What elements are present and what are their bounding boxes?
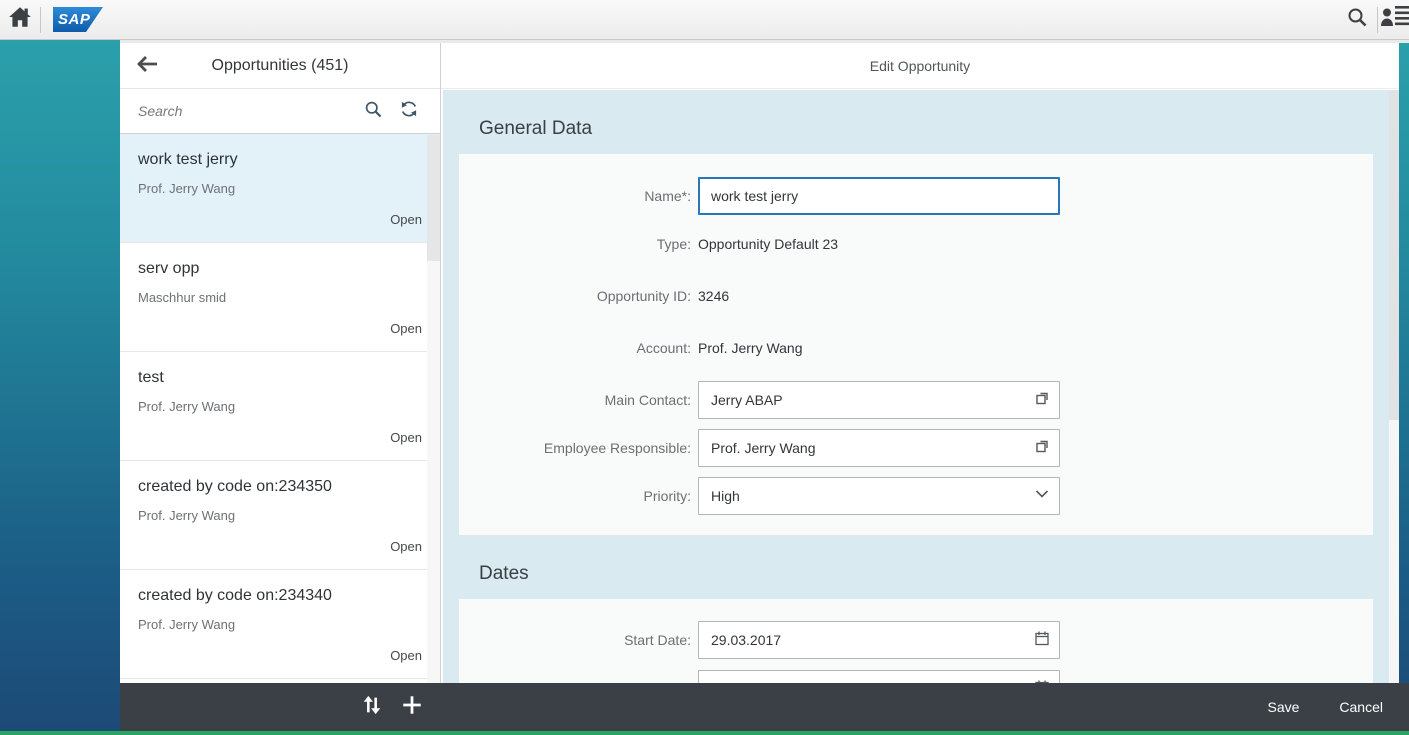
main-contact-field bbox=[698, 381, 1060, 419]
back-button[interactable] bbox=[132, 52, 162, 80]
value-help-icon bbox=[1035, 438, 1050, 458]
chevron-down-icon bbox=[1034, 486, 1050, 507]
field-label-name: Name*: bbox=[644, 188, 691, 204]
item-subtitle: Prof. Jerry Wang bbox=[138, 508, 236, 523]
sort-button[interactable] bbox=[352, 683, 392, 731]
detail-header: Edit Opportunity bbox=[441, 43, 1399, 89]
item-status: Open bbox=[390, 430, 422, 445]
section-title-dates: Dates bbox=[479, 563, 529, 584]
closing-date-input[interactable] bbox=[698, 670, 1060, 683]
account-value: Prof. Jerry Wang bbox=[698, 340, 803, 356]
list-item[interactable]: work test jerry Prof. Jerry Wang Open bbox=[120, 134, 440, 243]
item-subtitle: Prof. Jerry Wang bbox=[138, 617, 236, 632]
master-title: Opportunities (451) bbox=[211, 56, 349, 74]
list-item[interactable]: created by code on:234340 Prof. Jerry Wa… bbox=[120, 570, 440, 679]
user-menu-button[interactable] bbox=[1378, 0, 1409, 40]
sort-icon bbox=[361, 694, 383, 721]
detail-title: Edit Opportunity bbox=[869, 57, 971, 74]
item-subtitle: Maschhur smid bbox=[138, 290, 227, 305]
sap-logo-text: SAP bbox=[58, 11, 91, 28]
priority-input[interactable] bbox=[698, 477, 1060, 515]
start-date-input[interactable] bbox=[698, 621, 1060, 659]
list-item[interactable]: serv opp Maschhur smid Open bbox=[120, 243, 440, 352]
home-icon bbox=[7, 4, 33, 35]
start-date-field bbox=[698, 621, 1060, 659]
master-search-row bbox=[120, 89, 440, 134]
field-label-priority: Priority: bbox=[643, 488, 691, 504]
value-help-icon bbox=[1035, 390, 1050, 410]
edit-opportunity-panel: Edit Opportunity General Data Name*: Typ… bbox=[440, 43, 1399, 683]
field-label-start-date: Start Date: bbox=[624, 632, 691, 648]
main-contact-input[interactable] bbox=[698, 381, 1060, 419]
item-title: serv opp bbox=[138, 260, 200, 277]
dates-form: Start Date: 29.03.2017 dd.MM.yyyy bbox=[459, 599, 1373, 683]
bottom-accent-strip bbox=[0, 731, 1409, 735]
priority-dropdown-button[interactable] bbox=[1025, 478, 1059, 514]
section-title-general-data: General Data bbox=[479, 118, 593, 139]
detail-content: General Data Name*: Type: Opportunity De… bbox=[443, 90, 1389, 683]
user-list-icon bbox=[1378, 4, 1409, 35]
date-picker-button[interactable] bbox=[1025, 671, 1059, 683]
value-help-button[interactable] bbox=[1025, 430, 1059, 466]
home-button[interactable] bbox=[0, 0, 40, 40]
cancel-button[interactable]: Cancel bbox=[1339, 699, 1383, 715]
back-arrow-icon bbox=[135, 54, 159, 79]
search-input[interactable] bbox=[138, 103, 350, 119]
name-input[interactable] bbox=[698, 177, 1060, 215]
field-label-account: Account: bbox=[636, 340, 691, 356]
item-status: Open bbox=[390, 321, 422, 336]
master-header: Opportunities (451) bbox=[120, 43, 440, 89]
field-label-main-contact: Main Contact: bbox=[604, 392, 691, 408]
refresh-button[interactable] bbox=[396, 98, 422, 124]
search-icon bbox=[363, 99, 383, 124]
item-subtitle: Prof. Jerry Wang bbox=[138, 181, 236, 196]
value-help-button[interactable] bbox=[1025, 382, 1059, 418]
top-shell-bar: SAP bbox=[0, 0, 1409, 40]
name-field bbox=[698, 177, 1060, 215]
employee-responsible-input[interactable] bbox=[698, 429, 1060, 467]
detail-scrollbar[interactable] bbox=[1389, 90, 1399, 683]
item-title: work test jerry bbox=[138, 151, 238, 168]
footer-toolbar: Save Cancel bbox=[120, 683, 1409, 731]
general-data-form: Name*: Type: Opportunity Default 23 Oppo… bbox=[459, 154, 1373, 535]
employee-responsible-field bbox=[698, 429, 1060, 467]
type-value: Opportunity Default 23 bbox=[698, 236, 839, 252]
global-search-button[interactable] bbox=[1337, 0, 1377, 40]
field-label-opportunity-id: Opportunity ID: bbox=[596, 288, 691, 304]
master-scrollbar[interactable] bbox=[427, 135, 440, 683]
item-status: Open bbox=[390, 648, 422, 663]
calendar-icon bbox=[1034, 630, 1050, 651]
sap-logo[interactable]: SAP bbox=[53, 7, 103, 32]
list-item[interactable]: created by code on:234350 Prof. Jerry Wa… bbox=[120, 461, 440, 570]
search-go-button[interactable] bbox=[360, 98, 386, 124]
opportunity-list: work test jerry Prof. Jerry Wang Open se… bbox=[120, 134, 440, 682]
add-button[interactable] bbox=[392, 683, 432, 731]
field-label-type: Type: bbox=[656, 236, 691, 252]
item-subtitle: Prof. Jerry Wang bbox=[138, 399, 236, 414]
master-scrollbar-thumb[interactable] bbox=[427, 135, 440, 261]
add-icon bbox=[401, 694, 423, 721]
opportunity-id-value: 3246 bbox=[698, 288, 730, 304]
item-title: created by code on:234350 bbox=[138, 478, 332, 495]
priority-select bbox=[698, 477, 1060, 515]
list-item[interactable]: test Prof. Jerry Wang Open bbox=[120, 352, 440, 461]
save-button[interactable]: Save bbox=[1267, 699, 1299, 715]
topbar-separator bbox=[40, 6, 41, 33]
search-icon bbox=[1345, 5, 1369, 34]
field-label-employee-responsible: Employee Responsible: bbox=[543, 440, 691, 456]
item-status: Open bbox=[390, 212, 422, 227]
item-title: created by code on:234340 bbox=[138, 587, 332, 604]
opportunities-master-panel: Opportunities (451) Search work test jer… bbox=[120, 43, 440, 683]
item-status: Open bbox=[390, 539, 422, 554]
refresh-icon bbox=[399, 99, 419, 124]
closing-date-field bbox=[698, 670, 1060, 683]
item-title: test bbox=[138, 369, 164, 386]
date-picker-button[interactable] bbox=[1025, 622, 1059, 658]
detail-scrollbar-thumb[interactable] bbox=[1389, 90, 1399, 420]
